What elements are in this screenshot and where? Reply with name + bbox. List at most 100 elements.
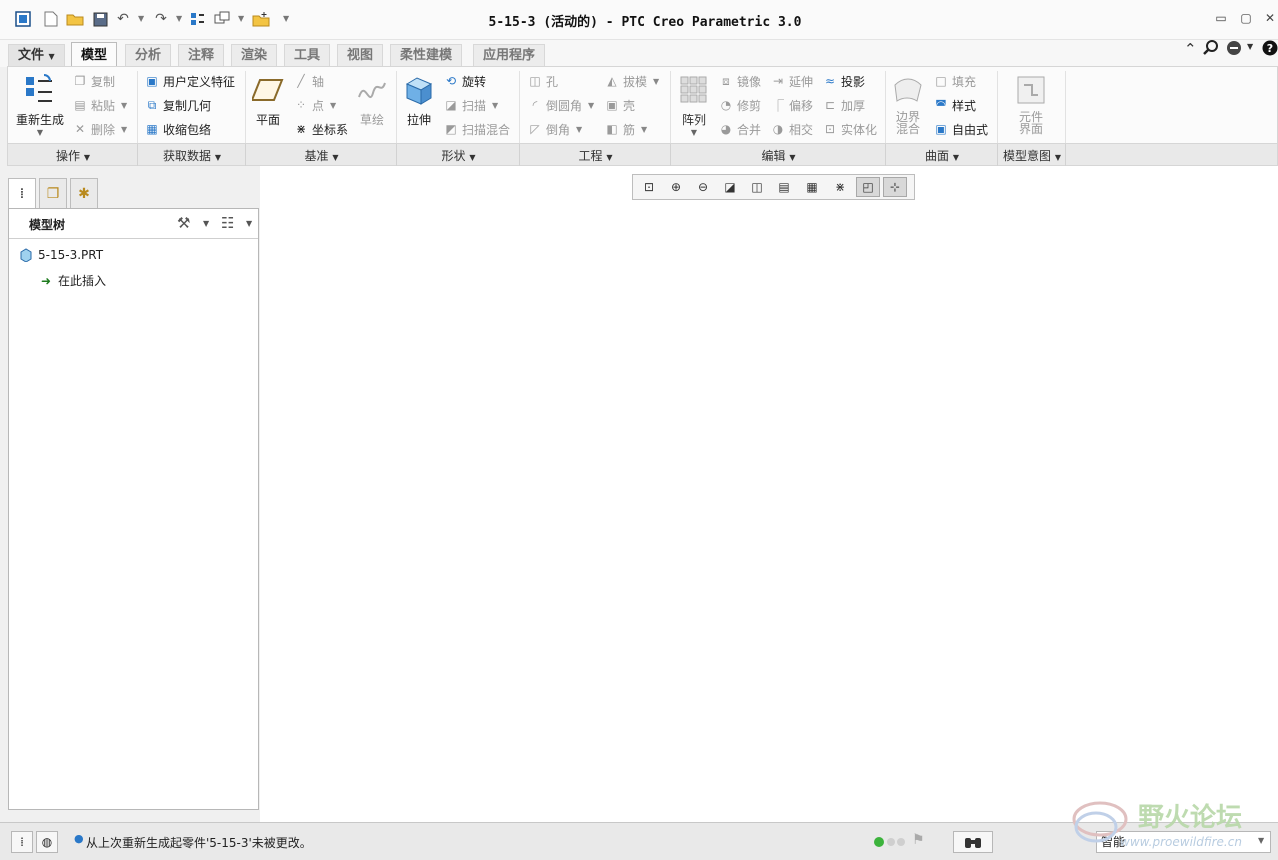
swept-blend-button[interactable]: ◩ 扫描混合 — [443, 119, 510, 139]
tab-model-tree[interactable]: ⁞ — [8, 178, 36, 208]
flag-icon[interactable]: ⚑ — [912, 832, 925, 848]
style-button[interactable]: ◚ 样式 — [933, 95, 976, 115]
chamfer-button[interactable]: ◸ 倒角 ▼ — [527, 119, 582, 139]
status-message: 从上次重新生成起零件'5-15-3'未被更改。 — [86, 836, 312, 850]
copy-geometry-button[interactable]: ⧉ 复制几何 — [144, 95, 211, 115]
group-surfaces[interactable]: 曲面 ▼ — [886, 147, 998, 164]
repaint-icon[interactable]: ◪ — [718, 177, 742, 197]
tab-model[interactable]: 模型 — [71, 42, 118, 68]
paste-label: 粘贴 — [91, 98, 116, 113]
zoom-in-icon[interactable]: ⊕ — [664, 177, 688, 197]
mirror-button[interactable]: ⧈ 镜像 — [718, 71, 761, 91]
tree-item-insert-here-label: 在此插入 — [58, 274, 107, 288]
regenerate-button[interactable]: 重新生成 ▼ — [12, 73, 68, 137]
shell-button[interactable]: ▣ 壳 — [604, 95, 635, 115]
boundary-blend-button[interactable]: 边界 混合 — [888, 73, 928, 135]
group-editing[interactable]: 编辑 ▼ — [671, 147, 886, 164]
solidify-button[interactable]: ⊡ 实体化 — [822, 119, 877, 139]
shell-icon: ▣ — [606, 98, 618, 112]
restore-button[interactable]: ▢ — [1237, 10, 1255, 26]
shrinkwrap-label: 收缩包络 — [163, 122, 212, 137]
tree-columns-dropdown-icon[interactable]: ▼ — [246, 219, 252, 228]
tab-flexible-modeling[interactable]: 柔性建模 — [390, 44, 463, 67]
intersect-button[interactable]: ◑ 相交 — [770, 119, 813, 139]
offset-icon: ⎾ — [771, 98, 784, 113]
tab-render[interactable]: 渲染 — [231, 44, 278, 67]
close-button[interactable]: ✕ — [1261, 10, 1278, 26]
merge-icon: ◕ — [720, 122, 732, 136]
tab-folder-browser[interactable]: ❐ — [39, 178, 67, 208]
pattern-button[interactable]: 阵列 ▼ — [674, 73, 714, 137]
toggle-browser-icon[interactable]: ◍ — [36, 831, 58, 853]
round-button[interactable]: ◜ 倒圆角 ▼ — [527, 95, 595, 115]
sweep-button[interactable]: ◪ 扫描 ▼ — [443, 95, 498, 115]
collapse-ribbon-icon[interactable]: ⌃ — [1184, 40, 1197, 58]
point-button[interactable]: ⁘ 点 ▼ — [293, 95, 336, 115]
tree-item-insert-here[interactable]: ➜ 在此插入 — [39, 272, 106, 289]
shrinkwrap-button[interactable]: ▦ 收缩包络 — [144, 119, 211, 139]
plane-button[interactable]: 平面 — [248, 73, 288, 128]
tab-tools[interactable]: 工具 — [284, 44, 331, 67]
udf-button[interactable]: ▣ 用户定义特征 — [144, 71, 235, 91]
rib-label: 筋 — [623, 122, 636, 137]
group-engineering[interactable]: 工程 ▼ — [520, 147, 671, 164]
draft-button[interactable]: ◭ 拔模 ▼ — [604, 71, 659, 91]
ptc-community-icon[interactable] — [1226, 40, 1244, 60]
spin-center-icon[interactable]: ⊹ — [883, 177, 907, 197]
tree-item-part[interactable]: 5-15-3.PRT — [19, 248, 103, 262]
revolve-button[interactable]: ⟲ 旋转 — [443, 71, 486, 91]
annotation-display-icon[interactable]: ◰ — [856, 177, 880, 197]
axis-icon: ╱ — [297, 74, 305, 88]
tab-analysis[interactable]: 分析 — [125, 44, 172, 67]
swept-blend-icon: ◩ — [445, 122, 457, 136]
tab-favorites[interactable]: ✱ — [70, 178, 98, 208]
datum-display-icon[interactable]: ⋇ — [828, 177, 852, 197]
extrude-button[interactable]: 拉伸 — [401, 73, 437, 128]
zoom-out-icon[interactable]: ⊖ — [691, 177, 715, 197]
csys-button[interactable]: ⋇ 坐标系 — [293, 119, 348, 139]
copy-button[interactable]: ❐ 复制 — [72, 71, 115, 91]
tab-file-label: 文件 — [18, 48, 45, 63]
tab-view[interactable]: 视图 — [337, 44, 384, 67]
delete-button[interactable]: ✕ 删除 ▼ — [72, 119, 127, 139]
refit-icon[interactable]: ⊡ — [637, 177, 661, 197]
freestyle-button[interactable]: ▣ 自由式 — [933, 119, 988, 139]
group-model-intent[interactable]: 模型意图 ▼ — [998, 147, 1066, 164]
tab-file[interactable]: 文件 ▼ — [8, 44, 65, 67]
merge-button[interactable]: ◕ 合并 — [718, 119, 761, 139]
tab-applications[interactable]: 应用程序 — [473, 44, 546, 67]
search-icon[interactable] — [1203, 40, 1219, 60]
group-shapes[interactable]: 形状 ▼ — [397, 147, 520, 164]
minimize-button[interactable]: ▭ — [1212, 10, 1230, 26]
view-manager-icon[interactable]: ▦ — [800, 177, 824, 197]
sketch-button[interactable]: 草绘 — [354, 73, 390, 128]
community-dropdown-icon[interactable]: ▼ — [1247, 42, 1253, 51]
extend-button[interactable]: ⇥ 延伸 — [770, 71, 813, 91]
graphics-window[interactable] — [260, 166, 1278, 822]
hole-icon: ◫ — [529, 74, 541, 88]
group-get-data[interactable]: 获取数据 ▼ — [138, 147, 246, 164]
paste-button[interactable]: ▤ 粘贴 ▼ — [72, 95, 127, 115]
group-dropdown-icon: ▼ — [1054, 153, 1061, 162]
help-icon[interactable]: ? — [1262, 40, 1278, 60]
display-style-icon[interactable]: ◫ — [745, 177, 769, 197]
thicken-button[interactable]: ⊏ 加厚 — [822, 95, 865, 115]
axis-button[interactable]: ╱ 轴 — [293, 71, 324, 91]
component-interface-button[interactable]: 元件 界面 — [1010, 73, 1052, 135]
tree-settings-dropdown-icon[interactable]: ▼ — [203, 219, 209, 228]
tab-annotate[interactable]: 注释 — [178, 44, 225, 67]
find-binoculars-icon[interactable] — [953, 831, 993, 853]
offset-button[interactable]: ⎾ 偏移 — [770, 95, 813, 115]
group-datum[interactable]: 基准 ▼ — [246, 147, 397, 164]
tree-settings-icon[interactable]: ⚒ — [177, 214, 190, 232]
project-button[interactable]: ≈ 投影 — [822, 71, 865, 91]
fill-icon: □ — [935, 74, 947, 88]
rib-button[interactable]: ◧ 筋 ▼ — [604, 119, 647, 139]
saved-orientations-icon[interactable]: ▤ — [772, 177, 796, 197]
trim-button[interactable]: ◔ 修剪 — [718, 95, 761, 115]
fill-button[interactable]: □ 填充 — [933, 71, 976, 91]
group-operations[interactable]: 操作 ▼ — [8, 147, 138, 164]
tree-columns-icon[interactable]: ☷ — [221, 214, 234, 232]
hole-button[interactable]: ◫ 孔 — [527, 71, 558, 91]
toggle-navigator-icon[interactable]: ⁞ — [11, 831, 33, 853]
